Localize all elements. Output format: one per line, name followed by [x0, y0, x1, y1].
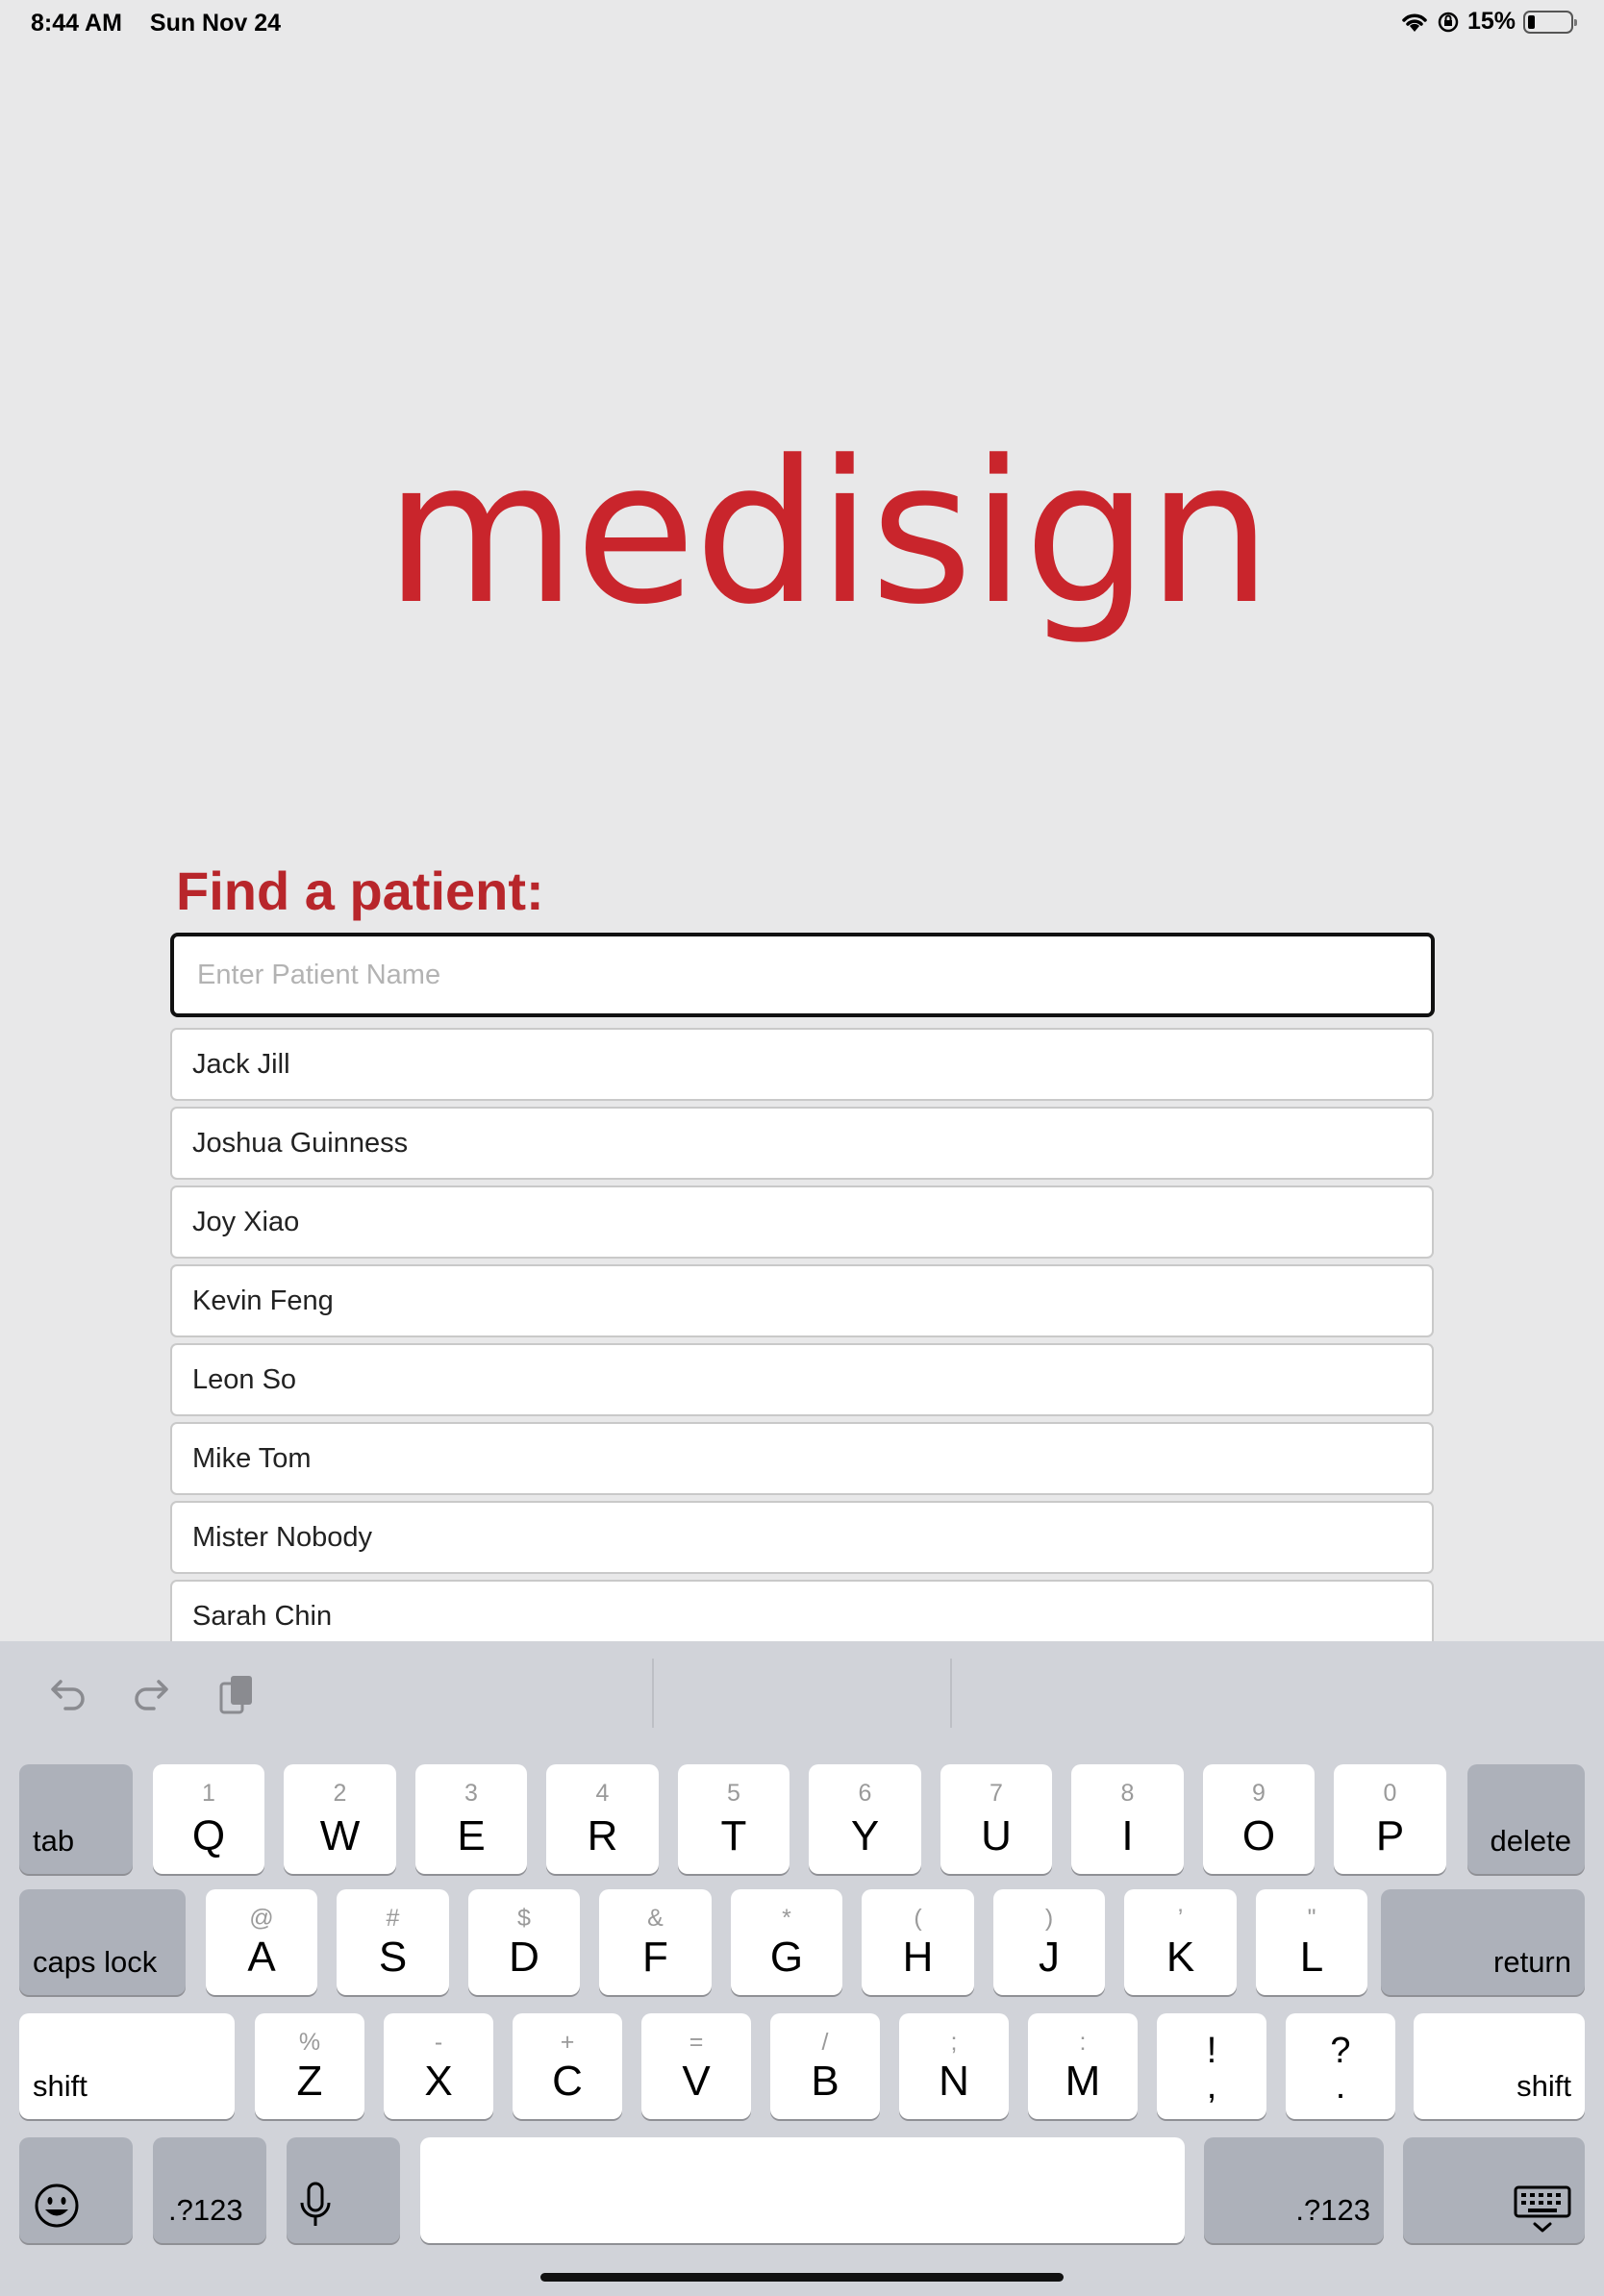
caps-lock-key[interactable]: caps lock	[19, 1889, 186, 1995]
patient-item[interactable]: Joy Xiao	[170, 1185, 1434, 1259]
key-c[interactable]: + C	[513, 2013, 622, 2119]
key-e[interactable]: 3E	[415, 1764, 527, 1874]
key-exclamation-comma[interactable]: !,	[1157, 2013, 1266, 2119]
key-l[interactable]: " L	[1256, 1889, 1367, 1995]
status-time: 8:44 AM	[31, 10, 122, 37]
tab-key[interactable]: tab	[19, 1764, 133, 1874]
key-j[interactable]: ) J	[993, 1889, 1105, 1995]
patient-item[interactable]: Kevin Feng	[170, 1264, 1434, 1337]
toolbar-divider	[652, 1659, 654, 1728]
key-v[interactable]: = V	[641, 2013, 751, 2119]
key-h[interactable]: (H	[862, 1889, 974, 1995]
patient-search-input[interactable]	[170, 933, 1435, 1017]
medisign-logo: medisign	[385, 419, 1272, 648]
key-y[interactable]: 6Y	[809, 1764, 921, 1874]
battery-percent: 15%	[1466, 8, 1516, 35]
patient-list: Jack Jill Joshua Guinness Joy Xiao Kevin…	[170, 1028, 1434, 1641]
key-r[interactable]: 4R	[546, 1764, 659, 1874]
paste-icon[interactable]	[212, 1668, 265, 1722]
key-i[interactable]: 8I	[1071, 1764, 1184, 1874]
key-z[interactable]: % Z	[255, 2013, 364, 2119]
find-patient-title: Find a patient:	[176, 861, 544, 921]
key-q[interactable]: 1Q	[153, 1764, 264, 1874]
key-n[interactable]: ; N	[899, 2013, 1009, 2119]
key-o[interactable]: 9O	[1203, 1764, 1315, 1874]
numbers-key-right[interactable]: .?123	[1204, 2137, 1384, 2243]
dictation-key[interactable]	[287, 2137, 400, 2243]
key-d[interactable]: $ D	[468, 1889, 580, 1995]
emoji-key[interactable]	[19, 2137, 133, 2243]
key-a[interactable]: @ A	[206, 1889, 317, 1995]
patient-item[interactable]: Jack Jill	[170, 1028, 1434, 1101]
space-bar[interactable]	[420, 2137, 1185, 2243]
undo-icon[interactable]	[40, 1668, 94, 1722]
orientation-lock-icon	[1438, 12, 1459, 32]
key-g[interactable]: * G	[731, 1889, 842, 1995]
wifi-icon	[1402, 12, 1427, 32]
battery-icon	[1523, 10, 1577, 34]
shift-key-right[interactable]: shift	[1414, 2013, 1585, 2119]
status-bar: 8:44 AM Sun Nov 24 15%	[0, 0, 1604, 46]
status-date: Sun Nov 24	[149, 10, 282, 37]
patient-item[interactable]: Sarah Chin	[170, 1580, 1434, 1641]
patient-item[interactable]: Mike Tom	[170, 1422, 1434, 1495]
toolbar-divider	[950, 1659, 952, 1728]
home-indicator[interactable]	[540, 2273, 1064, 2282]
emoji-icon	[35, 2184, 79, 2228]
key-b[interactable]: / B	[770, 2013, 880, 2119]
key-k[interactable]: ’ K	[1124, 1889, 1237, 1995]
key-x[interactable]: -X	[384, 2013, 493, 2119]
key-u[interactable]: 7U	[940, 1764, 1052, 1874]
patient-item[interactable]: Leon So	[170, 1343, 1434, 1416]
delete-key[interactable]: delete	[1467, 1764, 1585, 1874]
keyboard-toolbar	[0, 1641, 1604, 1747]
key-s[interactable]: # S	[337, 1889, 449, 1995]
key-w[interactable]: 2W	[284, 1764, 396, 1874]
key-p[interactable]: 0P	[1334, 1764, 1446, 1874]
key-question-period[interactable]: ?.	[1286, 2013, 1395, 2119]
onscreen-keyboard: tab 1Q 2W 3E 4R 5T 6Y 7U 8I 9O 0P delete…	[0, 1641, 1604, 2296]
return-key[interactable]: return	[1381, 1889, 1585, 1995]
redo-icon[interactable]	[125, 1668, 179, 1722]
key-f[interactable]: & F	[599, 1889, 712, 1995]
patient-item[interactable]: Mister Nobody	[170, 1501, 1434, 1574]
keyboard-dismiss-icon	[1514, 2185, 1571, 2233]
numbers-key-left[interactable]: .?123	[153, 2137, 266, 2243]
microphone-icon	[300, 2182, 331, 2226]
patient-item[interactable]: Joshua Guinness	[170, 1107, 1434, 1180]
shift-key-left[interactable]: shift	[19, 2013, 235, 2119]
key-t[interactable]: 5T	[678, 1764, 789, 1874]
dismiss-keyboard-key[interactable]	[1403, 2137, 1585, 2243]
key-m[interactable]: :M	[1028, 2013, 1138, 2119]
